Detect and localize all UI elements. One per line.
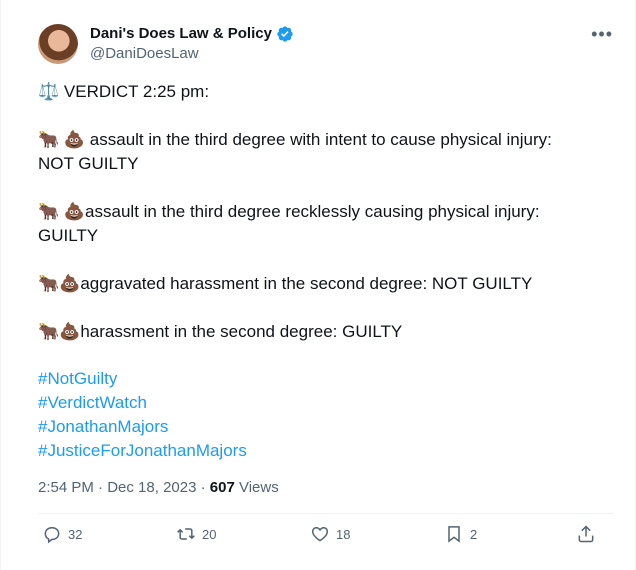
action-bar: 32 20 18 2 [38, 524, 613, 552]
tweet-date[interactable]: Dec 18, 2023 [107, 479, 196, 496]
divider [38, 513, 613, 514]
tweet-meta: 2:54 PM · Dec 18, 2023 · 607 Views [38, 478, 279, 498]
retweet-count: 20 [202, 526, 217, 542]
reply-button[interactable]: 32 [42, 524, 82, 544]
author-handle[interactable]: @DaniDoesLaw [90, 45, 199, 63]
retweet-button[interactable]: 20 [176, 524, 216, 544]
tweet-text: ⚖️ VERDICT 2:25 pm: 🐂 💩 assault in the t… [38, 80, 598, 344]
verdict-line: ⚖️ VERDICT 2:25 pm: [38, 82, 210, 101]
avatar[interactable] [38, 24, 78, 64]
like-count: 18 [336, 526, 351, 542]
views-label: Views [234, 479, 279, 496]
charge-3-line: 🐂💩aggravated harassment in the second de… [38, 274, 533, 293]
author-name-text: Dani's Does Law & Policy [90, 25, 272, 42]
hashtag-link[interactable]: #NotGuilty [38, 367, 247, 391]
bookmark-count: 2 [470, 526, 478, 542]
charge-4-line: 🐂💩harassment in the second degree: GUILT… [38, 322, 403, 341]
reply-count: 32 [68, 526, 83, 542]
tweet-card: Dani's Does Law & Policy @DaniDoesLaw ••… [0, 0, 636, 570]
like-button[interactable]: 18 [310, 524, 350, 544]
tweet-time[interactable]: 2:54 PM [38, 479, 94, 496]
reply-icon [44, 527, 60, 544]
share-button[interactable] [576, 524, 596, 544]
charge-2-verdict: GUILTY [38, 226, 99, 245]
author-name[interactable]: Dani's Does Law & Policy [90, 24, 294, 44]
charge-1-line: 🐂 💩 assault in the third degree with int… [38, 130, 552, 149]
more-options-icon[interactable]: ••• [591, 24, 613, 45]
bookmark-icon [448, 526, 460, 543]
hashtag-link[interactable]: #JonathanMajors [38, 415, 247, 439]
heart-icon [311, 526, 329, 542]
charge-2-line: 🐂 💩assault in the third degree recklessl… [38, 202, 540, 221]
hashtag-list: #NotGuilty #VerdictWatch #JonathanMajors… [38, 367, 247, 463]
views-count: 607 [209, 479, 235, 496]
hashtag-link[interactable]: #JusticeForJonathanMajors [38, 439, 247, 463]
retweet-icon [177, 528, 195, 540]
share-icon [578, 525, 594, 543]
hashtag-link[interactable]: #VerdictWatch [38, 391, 247, 415]
charge-1-verdict: NOT GUILTY [38, 154, 139, 173]
bookmark-button[interactable]: 2 [444, 524, 477, 544]
verified-badge-icon [277, 26, 293, 42]
meta-separator: · [196, 479, 210, 496]
meta-separator: · [93, 479, 108, 496]
